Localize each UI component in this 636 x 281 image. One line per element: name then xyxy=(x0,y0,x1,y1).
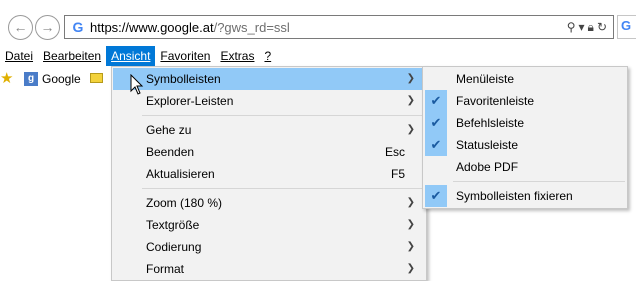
submenu-item-favoritenleiste[interactable]: ✔ Favoritenleiste xyxy=(424,90,626,112)
submenu-item-label: Menüleiste xyxy=(456,72,515,86)
menu-item-label: Aktualisieren xyxy=(146,167,215,181)
refresh-icon[interactable]: ↻ xyxy=(597,18,607,36)
submenu-arrow-icon: ❯ xyxy=(406,95,415,106)
menu-item-beenden[interactable]: Beenden Esc xyxy=(113,141,425,163)
menu-separator xyxy=(142,115,424,116)
ansicht-menu: Symbolleisten ❯ Explorer-Leisten ❯ Gehe … xyxy=(111,66,427,281)
checkmark-icon: ✔ xyxy=(425,185,447,207)
menu-extras-label: Extras xyxy=(220,49,255,63)
submenu-item-label: Statusleiste xyxy=(456,138,519,152)
forward-arrow-icon: → xyxy=(40,19,55,35)
bookmark-folder-icon[interactable] xyxy=(90,73,103,83)
menu-item-explorer-leisten[interactable]: Explorer-Leisten ❯ xyxy=(113,90,425,112)
dropdown-icon[interactable]: ▾ xyxy=(579,18,585,36)
submenu-item-statusleiste[interactable]: ✔ Statusleiste xyxy=(424,134,626,156)
menu-help-label: ? xyxy=(264,49,272,63)
menu-item-label: Codierung xyxy=(146,240,202,254)
search-icon[interactable]: ⚲ xyxy=(567,18,576,36)
menu-item-symbolleisten[interactable]: Symbolleisten ❯ xyxy=(113,68,425,90)
menu-item-codierung[interactable]: Codierung ❯ xyxy=(113,236,425,258)
url-text[interactable]: https://www.google.at/?gws_rd=ssl xyxy=(90,19,290,36)
google-favicon-icon: G xyxy=(72,19,84,35)
forward-button[interactable]: → xyxy=(35,15,60,40)
submenu-item-symbolleisten-fixieren[interactable]: ✔ Symbolleisten fixieren xyxy=(424,185,626,207)
submenu-item-label: Befehlsleiste xyxy=(456,116,525,130)
address-bar[interactable]: G https://www.google.at/?gws_rd=ssl ⚲ ▾ … xyxy=(64,15,614,39)
menu-favoriten-label: Favoriten xyxy=(160,49,211,63)
menu-bar: Datei Bearbeiten Ansicht Favoriten Extra… xyxy=(0,46,636,66)
menu-favoriten[interactable]: Favoriten xyxy=(155,46,215,66)
symbolleisten-submenu: Menüleiste ✔ Favoritenleiste ✔ Befehlsle… xyxy=(422,66,628,209)
menu-datei[interactable]: Datei xyxy=(0,46,38,66)
menu-item-label: Zoom (180 %) xyxy=(146,196,223,210)
lock-icon[interactable]: 🔒︎ xyxy=(588,18,594,36)
tab-google-icon: G xyxy=(621,18,632,33)
menu-item-aktualisieren[interactable]: Aktualisieren F5 xyxy=(113,163,425,185)
submenu-item-label: Adobe PDF xyxy=(456,160,519,174)
menu-ansicht[interactable]: Ansicht xyxy=(106,46,156,66)
submenu-item-menueleiste[interactable]: Menüleiste xyxy=(424,68,626,90)
submenu-arrow-icon: ❯ xyxy=(406,73,415,84)
menu-help[interactable]: ? xyxy=(259,46,276,66)
menu-separator xyxy=(142,188,424,189)
checkmark-icon: ✔ xyxy=(425,112,447,134)
submenu-item-label: Symbolleisten fixieren xyxy=(456,189,573,203)
add-favorite-star-icon[interactable]: ★ xyxy=(0,71,16,87)
menu-item-label: Explorer-Leisten xyxy=(146,94,234,108)
checkmark-icon: ✔ xyxy=(425,134,447,156)
menu-datei-label: Datei xyxy=(5,49,34,63)
menu-bearbeiten-label: Bearbeiten xyxy=(43,49,102,63)
google-bookmark-icon[interactable]: g xyxy=(24,72,38,86)
address-bar-icons: ⚲ ▾ 🔒︎ ↻ xyxy=(567,18,607,36)
menu-item-label: Textgröße xyxy=(146,218,200,232)
submenu-arrow-icon: ❯ xyxy=(406,241,415,252)
back-button[interactable]: ← xyxy=(8,15,33,40)
google-bookmark-label[interactable]: Google xyxy=(42,72,81,86)
menu-item-shortcut: Esc xyxy=(384,145,405,159)
menu-item-label: Format xyxy=(146,262,185,276)
address-row: ← → G https://www.google.at/?gws_rd=ssl … xyxy=(0,0,636,42)
menu-ansicht-label: Ansicht xyxy=(111,49,151,63)
submenu-separator xyxy=(453,181,625,182)
submenu-arrow-icon: ❯ xyxy=(406,263,415,274)
submenu-arrow-icon: ❯ xyxy=(406,219,415,230)
url-host: https://www.google.at xyxy=(90,20,214,35)
menu-item-gehe-zu[interactable]: Gehe zu ❯ xyxy=(113,119,425,141)
menu-item-label: Gehe zu xyxy=(146,123,192,137)
menu-extras[interactable]: Extras xyxy=(215,46,259,66)
mouse-cursor-icon xyxy=(130,74,144,95)
submenu-item-adobe-pdf[interactable]: Adobe PDF xyxy=(424,156,626,178)
menu-item-shortcut: F5 xyxy=(390,167,405,181)
submenu-item-label: Favoritenleiste xyxy=(456,94,535,108)
url-path: /?gws_rd=ssl xyxy=(213,20,290,35)
submenu-arrow-icon: ❯ xyxy=(406,124,415,135)
submenu-item-befehlsleiste[interactable]: ✔ Befehlsleiste xyxy=(424,112,626,134)
back-arrow-icon: ← xyxy=(13,19,28,35)
submenu-arrow-icon: ❯ xyxy=(406,197,415,208)
menu-bearbeiten[interactable]: Bearbeiten xyxy=(38,46,106,66)
checkmark-icon: ✔ xyxy=(425,90,447,112)
menu-item-label: Symbolleisten xyxy=(146,72,221,86)
menu-item-label: Beenden xyxy=(146,145,195,159)
menu-item-textgroesse[interactable]: Textgröße ❯ xyxy=(113,214,425,236)
browser-tab[interactable]: G xyxy=(617,15,636,39)
menu-item-zoom[interactable]: Zoom (180 %) ❯ xyxy=(113,192,425,214)
menu-item-format[interactable]: Format ❯ xyxy=(113,258,425,280)
